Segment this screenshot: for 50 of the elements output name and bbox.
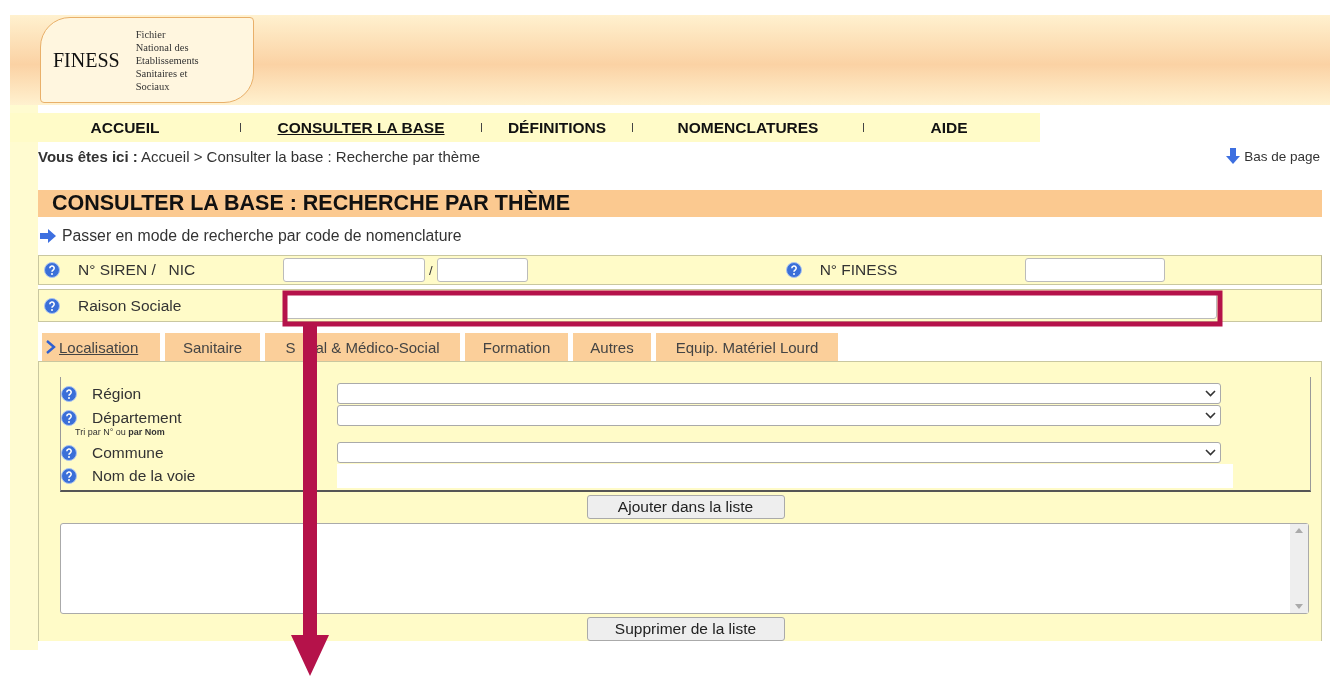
help-icon[interactable]	[785, 262, 802, 278]
chevron-down-icon	[1205, 412, 1216, 419]
nic-field[interactable]	[436, 258, 528, 282]
nav-link[interactable]: DÉFINITIONS	[507, 118, 607, 137]
tab[interactable]: Autres	[573, 333, 651, 361]
finess-logo: FINESS Fichier National des Etablissements Sanitaires et Sociaux	[40, 17, 254, 103]
field-label: Nom de la voie	[92, 466, 196, 485]
street-field[interactable]	[337, 463, 1233, 488]
mode-link[interactable]: Passer en mode de recherche par code de nomenclature	[40, 227, 1330, 245]
tab[interactable]: Localisation	[42, 333, 160, 361]
chevron-down-icon	[1205, 390, 1216, 397]
tab[interactable]: Formation	[465, 333, 568, 361]
nav-link[interactable]: NOMENCLATURES	[677, 118, 819, 137]
dropdown[interactable]	[337, 405, 1221, 426]
help-icon[interactable]	[44, 297, 60, 314]
tab[interactable]: Sanitaire	[165, 333, 260, 361]
bottom-of-page-link[interactable]: Bas de page	[1226, 148, 1320, 164]
help-icon[interactable]	[61, 467, 77, 484]
page-title: CONSULTER LA BASE : RECHERCHE PAR THÈME	[38, 190, 1322, 217]
add-button[interactable]: Ajouter dans la liste	[586, 495, 785, 519]
arrow-down-icon	[1226, 148, 1241, 164]
siren-field[interactable]	[283, 258, 425, 282]
nav-link[interactable]: ACCUEIL	[90, 118, 160, 137]
dropdown[interactable]	[337, 442, 1221, 463]
nav-link[interactable]: AIDE	[930, 118, 968, 137]
help-icon[interactable]	[61, 385, 77, 402]
selection-list[interactable]	[60, 523, 1309, 614]
scrollbar[interactable]	[1290, 524, 1308, 613]
separator-slash: /	[429, 262, 433, 278]
field-label: N° FINESS	[819, 261, 899, 279]
nav-link[interactable]: CONSULTER LA BASE	[277, 118, 445, 137]
scroll-down-icon[interactable]	[1295, 604, 1303, 609]
chevron-right-icon	[46, 340, 56, 354]
field-label: Raison Sociale	[78, 296, 183, 315]
field-label: Département	[92, 409, 182, 427]
help-icon[interactable]	[61, 444, 77, 461]
dropdown[interactable]	[337, 383, 1221, 404]
breadcrumb: Vous êtes ici : Accueil > Consulter la base : Recherche par thème	[38, 147, 481, 165]
chevron-down-icon	[1205, 449, 1216, 456]
field-label: Région	[92, 384, 142, 403]
remove-button[interactable]: Supprimer de la liste	[586, 617, 785, 641]
help-icon[interactable]	[61, 410, 77, 426]
field-label: N° SIREN / NIC	[78, 261, 197, 279]
arrow-right-icon	[40, 229, 56, 243]
sort-hint: Tri par N° ou par Nom	[75, 427, 165, 437]
scroll-up-icon[interactable]	[1295, 528, 1303, 533]
field-label: Commune	[92, 443, 164, 462]
finess-field[interactable]	[1024, 258, 1165, 282]
help-icon[interactable]	[44, 262, 60, 278]
tab[interactable]: Equip. Matériel Lourd	[656, 333, 838, 361]
